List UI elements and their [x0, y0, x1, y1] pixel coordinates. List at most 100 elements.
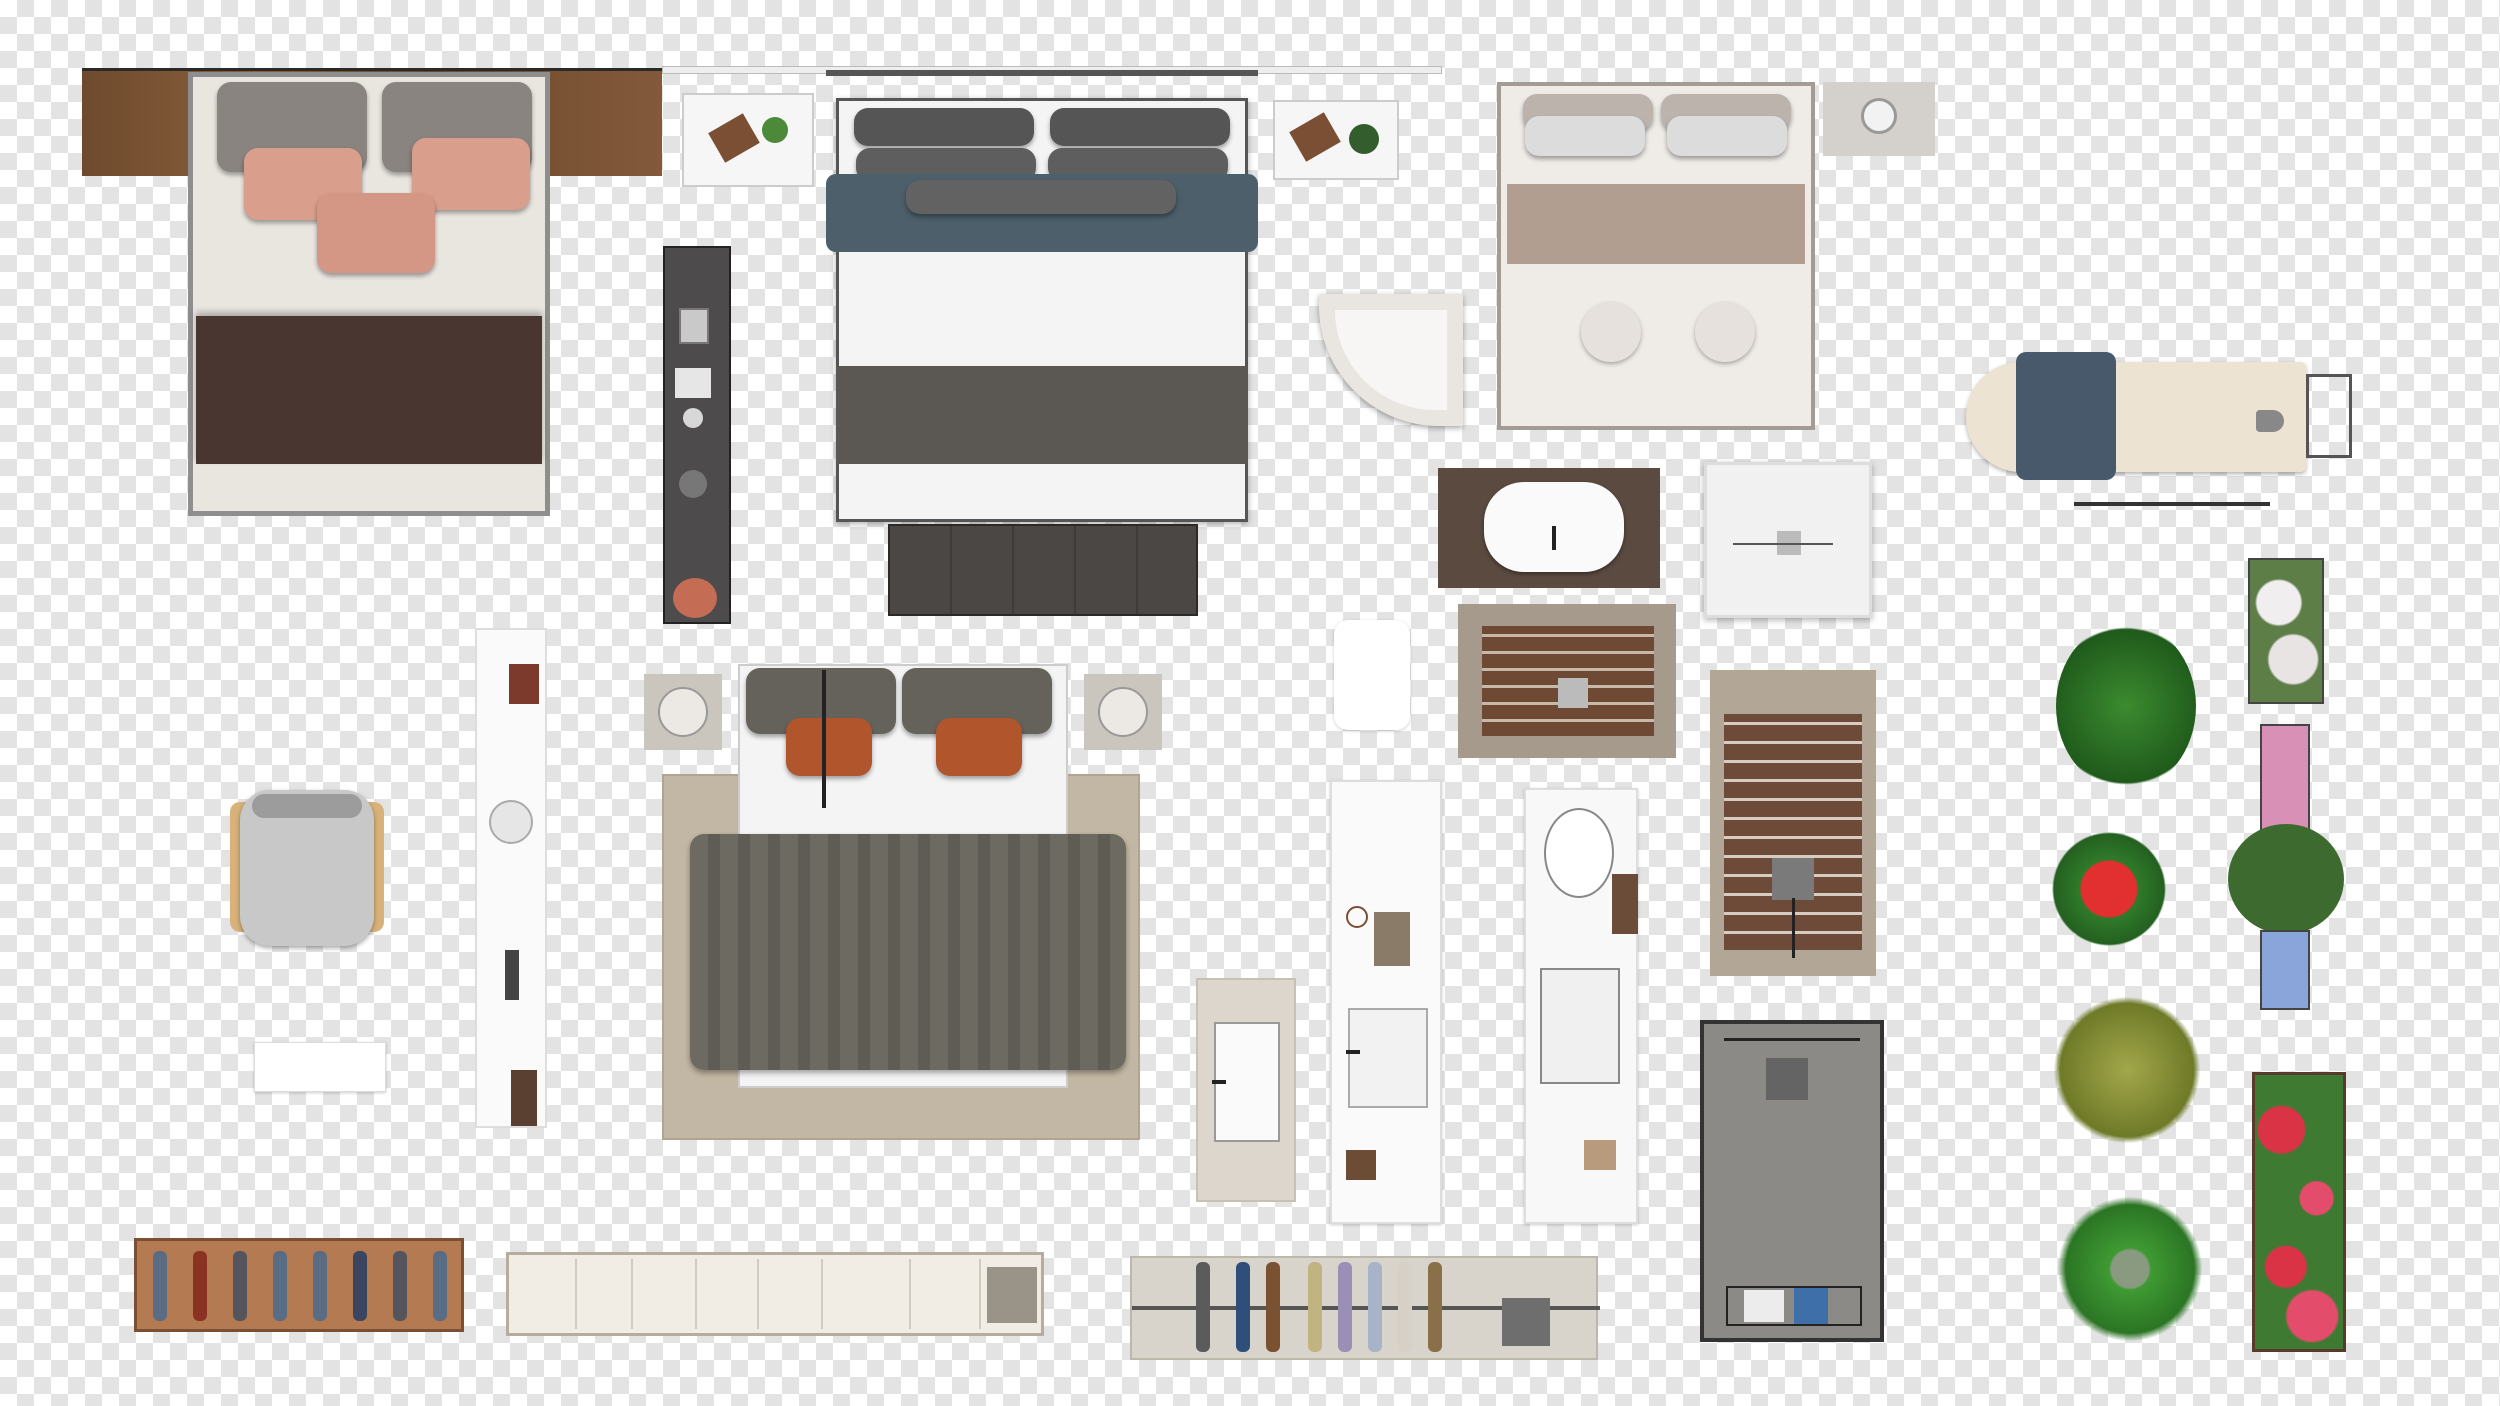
hanger-item [1428, 1262, 1442, 1352]
teak-shower-floor[interactable] [1710, 670, 1876, 976]
shirt-on-board [2016, 352, 2116, 480]
hanger-item [1308, 1262, 1322, 1352]
pillow-dark-grey [1050, 108, 1230, 146]
square-shower-tray[interactable] [1704, 462, 1872, 618]
lamp-icon [1861, 98, 1897, 134]
pillow-white [1525, 116, 1645, 156]
plant-leafy-green[interactable] [2056, 622, 2196, 790]
sink-basin [1540, 968, 1620, 1084]
bed-throw-olive [690, 834, 1126, 1070]
vessel-sink-vanity[interactable] [1438, 468, 1660, 588]
shelf-divider [821, 1259, 823, 1329]
corner-shower-tray[interactable] [1319, 294, 1463, 426]
shelf-divider [575, 1259, 577, 1329]
white-stool[interactable] [1334, 620, 1410, 730]
planter-mixed-flowers[interactable] [2224, 724, 2348, 1012]
double-bed-beige[interactable] [1497, 82, 1815, 430]
shower-head-icon [1772, 858, 1814, 900]
hanger-item [273, 1251, 287, 1321]
cushion-rust [936, 718, 1022, 776]
shelf-end-wood [511, 1070, 537, 1126]
accessory-icon [1346, 1150, 1376, 1180]
wall-shelf-vertical[interactable] [663, 246, 731, 624]
floor-mat-white[interactable] [254, 1042, 386, 1092]
faucet-icon [1212, 1080, 1226, 1084]
concrete-shower[interactable] [1700, 1020, 1884, 1342]
bed-olive-throw-on-rug[interactable] [640, 664, 1162, 1144]
armchair-grey[interactable] [222, 790, 392, 948]
plant-poinsettia[interactable] [2044, 824, 2174, 954]
cushion-rust [786, 718, 872, 776]
plant-shrub-olive[interactable] [2050, 990, 2204, 1150]
bed-blanket [196, 316, 542, 464]
sink-cabinet-small[interactable] [1196, 978, 1296, 1202]
planter-red-flowers[interactable] [2252, 1072, 2346, 1352]
armchair-back [252, 794, 362, 818]
hanger-item [233, 1251, 247, 1321]
planter-white-flowers[interactable] [2248, 558, 2324, 704]
bed-blanket-band [836, 366, 1248, 464]
shelf-divider [979, 1259, 981, 1329]
board-foot [2074, 502, 2270, 506]
faucet-icon [1346, 1050, 1360, 1054]
plate-icon [489, 800, 533, 844]
plate-icon [683, 408, 703, 428]
shelf-divider [695, 1259, 697, 1329]
clock-icon [1346, 906, 1368, 928]
plant-icon [762, 117, 788, 143]
plant-icon [1349, 124, 1379, 154]
shower-tray-basin [1335, 310, 1447, 410]
hanger-item [433, 1251, 447, 1321]
shelf-divider [757, 1259, 759, 1329]
planter-blue-section [2260, 930, 2310, 1010]
iron-icon [2256, 410, 2284, 432]
plant-palm-pot[interactable] [2048, 1186, 2212, 1352]
shower-head-icon [1766, 1058, 1808, 1100]
book-icon [1289, 112, 1341, 162]
hanger-item [313, 1251, 327, 1321]
shelf-divider [909, 1259, 911, 1329]
hanger-item [1398, 1262, 1412, 1352]
bed-quilt [1507, 184, 1805, 264]
drain-line [1733, 543, 1833, 545]
drain-icon [1558, 678, 1588, 708]
shelf-box [987, 1267, 1037, 1323]
board-stand [2306, 374, 2352, 458]
hanger-item [353, 1251, 367, 1321]
wooden-bath-mat[interactable] [1458, 604, 1676, 758]
pillow-white [1667, 116, 1787, 156]
hanger-item [1196, 1262, 1210, 1352]
laptop-icon [679, 308, 709, 344]
faucet-icon [1552, 526, 1556, 550]
lamp-icon [1098, 687, 1148, 737]
hanger-item [1368, 1262, 1382, 1352]
hanger-item [1236, 1262, 1250, 1352]
book-stack-icon [1374, 912, 1410, 966]
wardrobe-rail-clothes[interactable] [1130, 1256, 1600, 1360]
double-bed-brown-blanket[interactable] [82, 68, 662, 518]
item-icon [505, 950, 519, 1000]
shower-pipe [1792, 898, 1795, 958]
towel-white [1744, 1290, 1784, 1322]
king-bed-grey-striped[interactable] [826, 88, 1264, 618]
shelf-divider [631, 1259, 633, 1329]
tall-white-vanity[interactable] [1330, 780, 1442, 1224]
nightstand-with-plant[interactable] [682, 93, 814, 187]
wall-shelf-white[interactable] [475, 628, 547, 1128]
bedside-table-round-lamp[interactable] [1084, 674, 1162, 750]
nightstand-with-plant[interactable] [1273, 100, 1399, 180]
hanger-item [1338, 1262, 1352, 1352]
hanger-item [153, 1251, 167, 1321]
shelf-rail-line [826, 70, 1258, 76]
hanger-item [393, 1251, 407, 1321]
bench-upholstered[interactable] [888, 524, 1198, 616]
wardrobe-rail-wood[interactable] [134, 1238, 464, 1332]
reading-lamp-arm [822, 670, 826, 808]
round-basin-vanity[interactable] [1524, 788, 1638, 1224]
wardrobe-shelf-white[interactable] [506, 1252, 1044, 1336]
laundry-basket-icon [1502, 1298, 1550, 1346]
bedside-lamp-table[interactable] [1823, 82, 1935, 156]
bedside-table-round-lamp[interactable] [644, 674, 722, 750]
cabinet-wood-side [1612, 874, 1638, 934]
ironing-board[interactable] [1966, 352, 2356, 512]
